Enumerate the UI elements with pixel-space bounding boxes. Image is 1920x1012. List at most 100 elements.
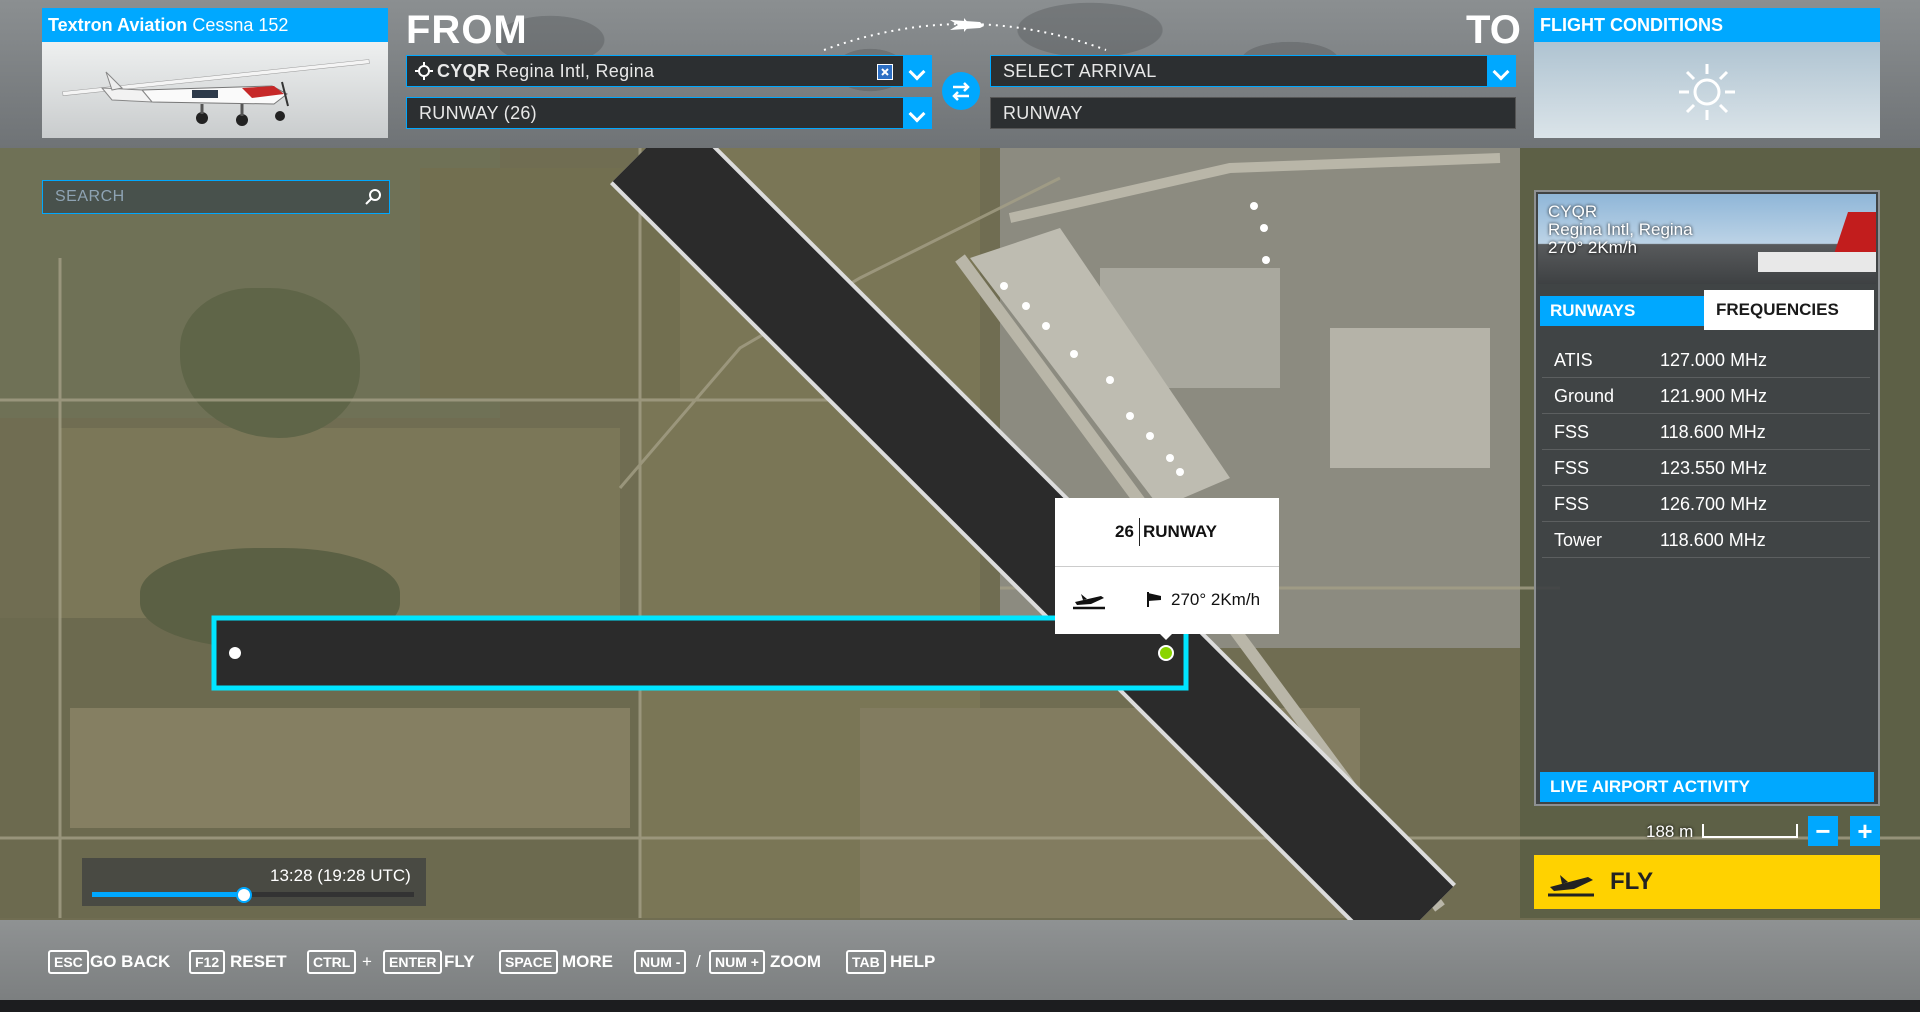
frequency-value: 126.700 MHz [1660,494,1768,514]
swap-arrows-icon [952,82,970,101]
chevron-down-icon[interactable] [903,56,931,86]
go-back-action[interactable]: GO BACK [90,950,170,974]
frequency-value: 123.550 MHz [1660,458,1768,478]
plus-icon: + [1857,816,1873,846]
swap-route-button[interactable] [942,72,980,110]
bottom-shortcut-bar: ESC GO BACK F12 RESET CTRL + ENTER FLY S… [0,920,1920,1000]
airport-name: Regina Intl, Regina [1548,220,1693,239]
map-scale-label: 188 m [1646,822,1694,841]
clear-departure-icon[interactable] [877,64,893,80]
frequency-name: FSS [1554,458,1590,478]
aircraft-card[interactable]: Textron Aviation Cessna 152 [42,8,388,138]
live-airport-activity-label: LIVE AIRPORT ACTIVITY [1550,777,1750,796]
aircraft-image [42,42,388,138]
flight-conditions-header: FLIGHT CONDITIONS [1534,8,1880,42]
time-slider-fill [92,892,244,897]
runway-end-08-marker [229,647,241,659]
frequency-value: 118.600 MHz [1660,422,1766,442]
frequency-row: Ground 121.900 MHz [1542,378,1870,414]
tab-runways[interactable]: RUNWAYS [1540,296,1704,326]
arrival-runway-value: RUNWAY [1003,103,1083,123]
fly-button[interactable]: FLY [1534,855,1880,909]
runway-popup-body: 270° 2Km/h [1055,566,1279,634]
airport-photo: CYQR Regina Intl, Regina 270° 2Km/h [1538,194,1876,284]
flight-conditions-card[interactable]: FLIGHT CONDITIONS [1534,8,1880,138]
fly-action[interactable]: FLY [444,950,475,974]
aircraft-brand: Textron Aviation [48,15,188,35]
time-slider[interactable] [92,887,414,903]
takeoff-icon [1073,594,1105,610]
runway-info-popup[interactable]: 26 RUNWAY 270° 2Km/h [1055,498,1279,634]
departure-runway-select[interactable]: RUNWAY (26) [406,97,932,129]
tab-frequencies-label: FREQUENCIES [1716,300,1839,319]
frequency-row: FSS 118.600 MHz [1542,414,1870,450]
frequency-name: FSS [1554,494,1590,514]
aircraft-model: Cessna 152 [192,15,289,35]
key-num-plus: NUM + [709,950,765,974]
airport-locator-icon [415,62,433,80]
popup-caret [1158,632,1174,640]
live-airport-activity-button[interactable]: LIVE AIRPORT ACTIVITY [1540,772,1874,802]
runway-label: RUNWAY [1143,522,1217,541]
frequency-row: Tower 118.600 MHz [1542,522,1870,558]
chevron-down-icon[interactable] [1487,56,1515,86]
minus-icon: − [1815,816,1831,846]
frequency-row: FSS 126.700 MHz [1542,486,1870,522]
airliner-tail-icon [1758,212,1876,272]
help-action[interactable]: HELP [890,950,935,974]
route-arc-icon [823,18,1107,51]
departure-airport-name: Regina Intl, Regina [495,61,655,81]
time-of-day-label: 13:28 (19:28 UTC) [270,866,411,885]
frequency-row: FSS 123.550 MHz [1542,450,1870,486]
key-num-minus: NUM - [634,950,687,974]
zoom-in-button[interactable]: + [1850,816,1880,846]
key-esc: ESC [48,950,89,974]
frequency-row: ATIS 127.000 MHz [1542,342,1870,378]
runway-popup-header: 26 RUNWAY [1055,498,1279,567]
airport-info-panel: CYQR Regina Intl, Regina 270° 2Km/h RUNW… [1534,190,1880,806]
to-label: TO [1466,8,1521,52]
runway-wind: 270° 2Km/h [1171,590,1261,609]
frequency-name: Tower [1554,530,1603,550]
frequency-value: 127.000 MHz [1660,350,1768,370]
key-ctrl: CTRL [307,950,357,974]
arrival-airport-select[interactable]: SELECT ARRIVAL [990,55,1516,87]
aircraft-card-header: Textron Aviation Cessna 152 [42,8,388,42]
key-f12: F12 [189,950,226,974]
zoom-action[interactable]: ZOOM [770,950,821,974]
chevron-down-icon[interactable] [903,98,931,128]
departure-runway-value: RUNWAY (26) [419,103,537,123]
runway-number: 26 [1115,522,1134,541]
from-label: FROM [406,8,528,52]
arrival-runway-select[interactable]: RUNWAY [990,97,1516,129]
frequency-value: 121.900 MHz [1660,386,1768,406]
key-space: SPACE [499,950,559,974]
departure-airport-select[interactable]: CYQR Regina Intl, Regina [406,55,932,87]
flight-conditions-title: FLIGHT CONDITIONS [1540,15,1723,35]
frequency-name: FSS [1554,422,1590,442]
map-scale-bar [1702,824,1798,838]
more-action[interactable]: MORE [562,950,613,974]
plus-separator: + [362,952,372,971]
divider [1139,518,1140,546]
reset-action[interactable]: RESET [230,950,287,974]
search-box[interactable] [42,180,390,214]
search-icon[interactable] [365,188,383,206]
sun-icon [1679,64,1735,120]
time-of-day-panel: 13:28 (19:28 UTC) [82,858,426,906]
arrival-airport-placeholder: SELECT ARRIVAL [1003,61,1157,81]
tab-frequencies[interactable]: FREQUENCIES [1704,290,1874,330]
slash-separator: / [696,952,701,971]
fly-button-label: FLY [1610,868,1654,895]
search-input[interactable] [53,185,347,209]
frequency-value: 118.600 MHz [1660,530,1766,550]
zoom-out-button[interactable]: − [1808,816,1838,846]
time-slider-handle[interactable] [236,887,253,903]
frequency-name: Ground [1554,386,1615,406]
key-enter: ENTER [383,950,443,974]
frequency-name: ATIS [1554,350,1593,370]
windsock-icon [1147,592,1161,607]
runway-end-26-marker [1158,645,1174,661]
airport-code: CYQR [1548,202,1598,221]
tab-runways-label: RUNWAYS [1550,301,1636,320]
